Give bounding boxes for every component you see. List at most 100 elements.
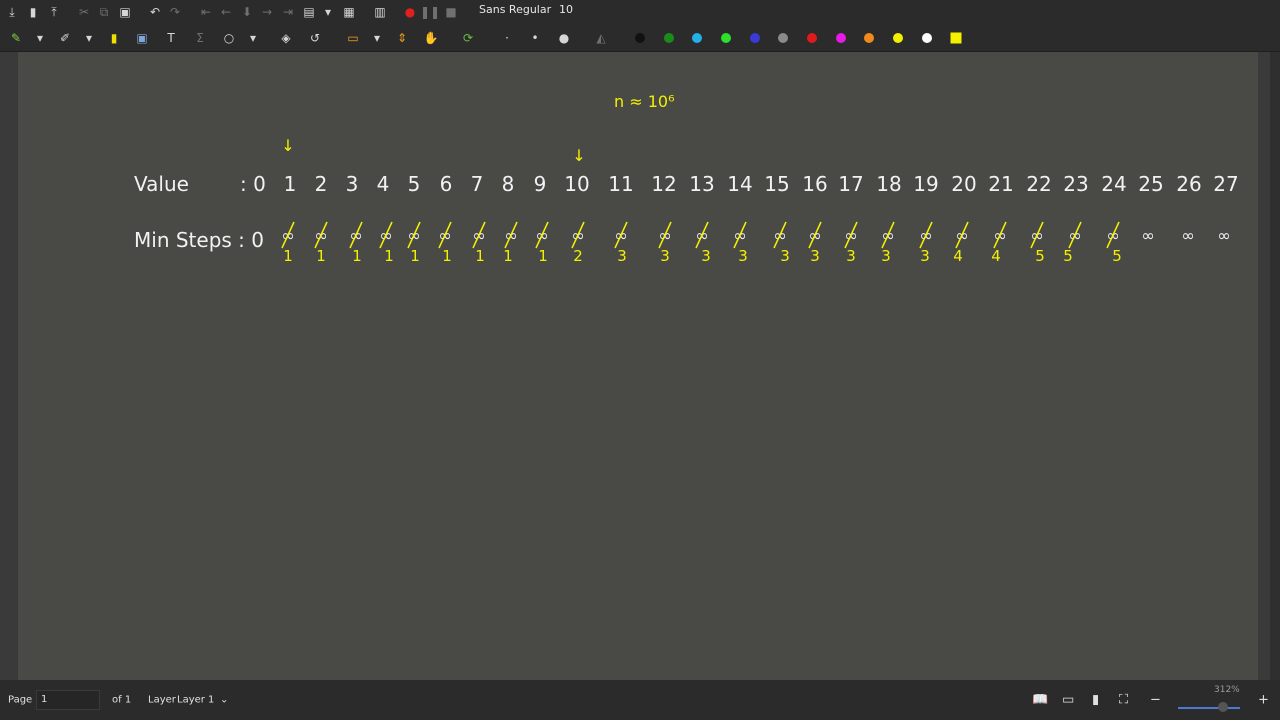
page-canvas[interactable]: n ≈ 10⁶ Value : 0 Min Steps : 0 12345678… bbox=[18, 52, 1258, 680]
value-cell: 1 bbox=[283, 172, 297, 196]
layer-selector[interactable]: Layer 1 bbox=[177, 695, 214, 706]
value-cell: 19 bbox=[913, 172, 939, 196]
layer-dropdown-icon[interactable]: ⌄ bbox=[220, 695, 228, 706]
font-selector[interactable]: Sans Regular bbox=[479, 3, 551, 16]
color-magenta-button[interactable] bbox=[836, 32, 846, 43]
cross-out-stroke bbox=[571, 221, 585, 249]
select-rect-icon[interactable]: ▭ bbox=[347, 32, 358, 44]
fine-dot-icon[interactable]: · bbox=[505, 32, 509, 44]
paired-pages-icon[interactable]: ▭ bbox=[1062, 693, 1074, 708]
color-green-button[interactable] bbox=[664, 32, 674, 43]
color-black-button[interactable] bbox=[635, 32, 645, 43]
stop-icon[interactable]: ■ bbox=[445, 6, 456, 18]
page-number-input[interactable]: 1 bbox=[36, 690, 100, 710]
color-light-blue-button[interactable] bbox=[692, 32, 702, 43]
cross-out-stroke bbox=[472, 221, 486, 249]
color-white-button[interactable] bbox=[922, 32, 932, 43]
page-count: of 1 bbox=[112, 694, 132, 706]
last-page-icon[interactable]: ⇥ bbox=[283, 6, 293, 18]
goto-page-icon[interactable]: ⬇ bbox=[242, 6, 252, 18]
handwritten-step-value: 1 bbox=[538, 247, 548, 265]
shape-icon[interactable]: ○ bbox=[224, 32, 234, 44]
cross-out-stroke bbox=[349, 221, 363, 249]
select-dropdown-icon[interactable]: ▾ bbox=[374, 32, 380, 44]
min-steps-cell: ∞ bbox=[1141, 226, 1155, 245]
value-cell: 11 bbox=[608, 172, 634, 196]
fullscreen-icon[interactable]: ⛶ bbox=[1119, 693, 1128, 708]
font-size[interactable]: 10 bbox=[559, 3, 573, 16]
next-page-icon[interactable]: → bbox=[262, 6, 272, 18]
page-label: Page bbox=[8, 694, 33, 706]
book-view-icon[interactable]: 📖 bbox=[1032, 693, 1048, 708]
text-icon[interactable]: T bbox=[167, 32, 174, 44]
save-icon[interactable]: ⤓ bbox=[9, 6, 14, 18]
record-icon[interactable]: ● bbox=[405, 6, 415, 18]
handwritten-step-value: 3 bbox=[617, 247, 627, 265]
prev-page-icon[interactable]: ← bbox=[221, 6, 231, 18]
color-orange-button[interactable] bbox=[864, 32, 874, 43]
eraser-icon[interactable]: ✐ bbox=[60, 32, 70, 44]
highlighter-icon[interactable]: ▮ bbox=[111, 32, 118, 44]
fill-icon[interactable]: ◭ bbox=[596, 32, 605, 44]
value-cell: 8 bbox=[501, 172, 515, 196]
refresh-icon[interactable]: ⟳ bbox=[463, 32, 473, 44]
color-black-swatch bbox=[635, 32, 645, 43]
value-cell: 17 bbox=[838, 172, 864, 196]
image-icon[interactable]: ▣ bbox=[136, 32, 147, 44]
handwritten-step-value: 1 bbox=[503, 247, 513, 265]
vertical-space-icon[interactable]: ⇕ bbox=[397, 32, 407, 44]
zoom-in-icon[interactable]: + bbox=[1258, 693, 1269, 708]
min-steps-cell: ∞ bbox=[1181, 226, 1195, 245]
pen-dropdown-icon[interactable]: ▾ bbox=[37, 32, 43, 44]
layer-label: Layer bbox=[148, 694, 176, 706]
value-cell: 22 bbox=[1026, 172, 1052, 196]
zoom-level: 312% bbox=[1214, 685, 1240, 695]
math-tex-icon[interactable]: Σ bbox=[196, 32, 204, 44]
new-page-icon[interactable]: ▮ bbox=[30, 6, 37, 18]
zoom-slider[interactable] bbox=[1178, 707, 1240, 709]
medium-dot-icon[interactable]: • bbox=[531, 32, 538, 44]
value-cell: 20 bbox=[951, 172, 977, 196]
cross-out-stroke bbox=[281, 221, 295, 249]
color-blue-button[interactable] bbox=[750, 32, 760, 43]
vertical-scrollbar[interactable] bbox=[1270, 52, 1280, 680]
thick-dot-icon[interactable]: ● bbox=[559, 32, 569, 44]
export-icon[interactable]: ⤒ bbox=[51, 6, 56, 18]
add-page-icon[interactable]: ▤ bbox=[303, 6, 314, 18]
cut-icon[interactable]: ✂ bbox=[79, 6, 89, 18]
color-yellow-button[interactable] bbox=[893, 32, 903, 43]
pdf-icon[interactable]: ▦ bbox=[343, 6, 354, 18]
color-light-green-swatch bbox=[721, 32, 731, 43]
hand-icon[interactable]: ✋ bbox=[424, 32, 439, 44]
handwritten-step-value: 3 bbox=[920, 247, 930, 265]
single-page-icon[interactable]: ▮ bbox=[1092, 693, 1099, 708]
film-icon[interactable]: ▥ bbox=[374, 6, 385, 18]
canvas-area[interactable]: n ≈ 10⁶ Value : 0 Min Steps : 0 12345678… bbox=[0, 52, 1280, 680]
ruler-icon[interactable]: ◈ bbox=[281, 32, 290, 44]
redo-icon[interactable]: ↷ bbox=[170, 6, 180, 18]
pause-icon[interactable]: ❚❚ bbox=[420, 6, 440, 18]
zoom-slider-handle[interactable] bbox=[1217, 702, 1228, 712]
color-gray-button[interactable] bbox=[778, 32, 788, 43]
page-dropdown-icon[interactable]: ▾ bbox=[325, 6, 331, 18]
undo-icon[interactable]: ↶ bbox=[150, 6, 160, 18]
shape-dropdown-icon[interactable]: ▾ bbox=[250, 32, 256, 44]
color-light-green-button[interactable] bbox=[721, 32, 731, 43]
color-yellow-swatch bbox=[893, 32, 903, 43]
handwritten-step-value: 3 bbox=[810, 247, 820, 265]
zoom-out-icon[interactable]: − bbox=[1150, 693, 1161, 708]
eraser-dropdown-icon[interactable]: ▾ bbox=[86, 32, 92, 44]
color-red-button[interactable] bbox=[807, 32, 817, 43]
shape-recognizer-icon[interactable]: ↺ bbox=[310, 32, 320, 44]
first-page-icon[interactable]: ⇤ bbox=[201, 6, 211, 18]
active-color-indicator[interactable] bbox=[950, 32, 962, 43]
handwritten-step-value: 5 bbox=[1035, 247, 1045, 265]
cross-out-stroke bbox=[314, 221, 328, 249]
handwritten-step-value: 3 bbox=[846, 247, 856, 265]
paste-icon[interactable]: ▣ bbox=[119, 6, 130, 18]
value-cell: 3 bbox=[345, 172, 359, 196]
cross-out-stroke bbox=[438, 221, 452, 249]
copy-icon[interactable]: ⧉ bbox=[100, 6, 109, 18]
pen-icon[interactable]: ✎ bbox=[11, 32, 21, 44]
handwritten-step-value: 2 bbox=[573, 247, 583, 265]
